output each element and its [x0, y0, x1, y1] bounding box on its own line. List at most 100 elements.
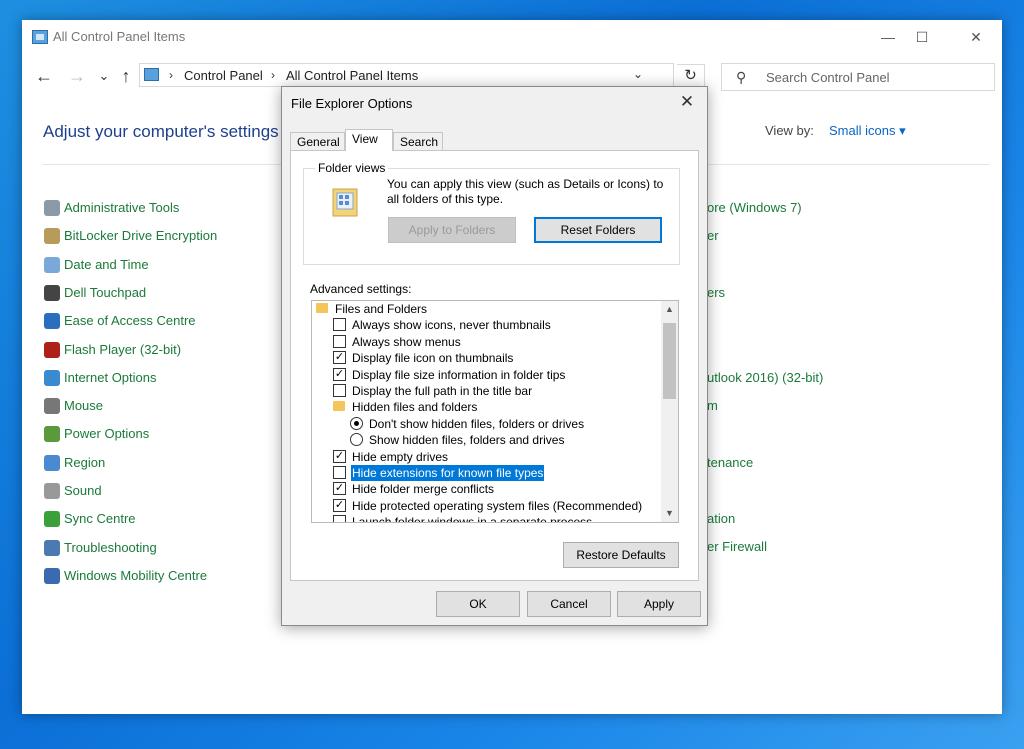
- mouse-icon: [44, 398, 60, 415]
- setting-label: Always show menus: [352, 334, 461, 349]
- breadcrumb-separator-icon: ›: [169, 68, 173, 82]
- sync-icon: [44, 511, 60, 528]
- control-panel-item-label: Power Options: [64, 426, 150, 442]
- clock-icon: [44, 256, 60, 273]
- control-panel-item-label: Sync Centre: [64, 511, 136, 527]
- radio-selected[interactable]: [350, 416, 363, 430]
- view-by-dropdown[interactable]: Small icons ▾: [829, 123, 906, 139]
- control-panel-item-label[interactable]: er Firewall: [707, 539, 767, 554]
- file-explorer-options-dialog: File Explorer Options ✕ General View Sea…: [281, 86, 708, 626]
- control-panel-item-label: Flash Player (32-bit): [64, 341, 182, 357]
- folder-views-icon: [332, 188, 358, 217]
- close-button[interactable]: ✕: [962, 26, 990, 48]
- refresh-button[interactable]: ↻: [677, 64, 705, 88]
- control-panel-item-label[interactable]: tenance: [707, 455, 753, 470]
- control-panel-item-label: Dell Touchpad: [64, 284, 147, 300]
- region-icon: [44, 454, 60, 471]
- control-panel-item-label: Region: [64, 454, 106, 470]
- control-panel-item-label: BitLocker Drive Encryption: [64, 228, 218, 244]
- tree-scrollbar[interactable]: ▲ ▼: [661, 301, 678, 522]
- checkbox-checked[interactable]: ✓: [333, 367, 346, 381]
- control-panel-item-label[interactable]: ers: [707, 285, 725, 300]
- setting-label: Don't show hidden files, folders or driv…: [369, 416, 585, 431]
- checkbox[interactable]: [333, 334, 346, 348]
- touchpad-icon: [44, 284, 60, 301]
- search-input[interactable]: ⚲ Search Control Panel: [721, 63, 995, 91]
- setting-label: Hide extensions for known file types: [351, 465, 545, 481]
- breadcrumb-all-items[interactable]: All Control Panel Items: [286, 68, 418, 83]
- flash-icon: [44, 341, 60, 358]
- address-dropdown-icon[interactable]: ⌄: [633, 67, 643, 81]
- back-button[interactable]: ←: [34, 66, 54, 87]
- address-bar[interactable]: › Control Panel › All Control Panel Item…: [139, 63, 674, 87]
- apply-button[interactable]: Apply: [617, 591, 701, 617]
- checkbox-checked[interactable]: ✓: [333, 498, 346, 512]
- scroll-up-icon[interactable]: ▲: [661, 301, 678, 318]
- tab-view[interactable]: View: [345, 129, 393, 151]
- checkbox[interactable]: [333, 318, 346, 332]
- control-panel-item-label[interactable]: m: [707, 398, 718, 413]
- forward-button[interactable]: →: [67, 66, 87, 87]
- dialog-close-button[interactable]: ✕: [675, 92, 699, 112]
- speaker-icon: [44, 483, 60, 499]
- folder-views-description: You can apply this view (such as Details…: [387, 177, 664, 206]
- setting-label: Files and Folders: [335, 302, 428, 316]
- control-panel-item-label: Internet Options: [64, 369, 157, 385]
- control-panel-item-label[interactable]: ation: [707, 511, 735, 526]
- control-panel-item-label: Windows Mobility Centre: [64, 567, 208, 583]
- troubleshoot-icon: [44, 539, 60, 556]
- recent-locations-button[interactable]: ⌄: [94, 68, 114, 84]
- checkbox[interactable]: [333, 466, 346, 479]
- cancel-button[interactable]: Cancel: [527, 591, 611, 617]
- up-button[interactable]: ↑: [116, 66, 136, 87]
- control-panel-item-label: Sound: [64, 483, 102, 498]
- globe-icon: [44, 369, 60, 386]
- breadcrumb-control-panel[interactable]: Control Panel: [184, 68, 263, 83]
- window-title: All Control Panel Items: [53, 29, 186, 44]
- ok-button[interactable]: OK: [436, 591, 520, 617]
- control-panel-item-label: Ease of Access Centre: [64, 313, 196, 329]
- control-panel-icon: [144, 68, 159, 81]
- control-panel-item-label[interactable]: er: [707, 228, 719, 243]
- breadcrumb-separator-icon: ›: [271, 68, 275, 82]
- setting-label: Display file size information in folder …: [352, 367, 566, 382]
- minimize-button[interactable]: —: [874, 26, 902, 48]
- apply-to-folders-button[interactable]: Apply to Folders: [388, 217, 516, 243]
- control-panel-item-label: Mouse: [64, 398, 104, 414]
- setting-label: Hide folder merge conflicts: [352, 482, 495, 497]
- title-bar: All Control Panel Items — ☐ ✕: [22, 20, 1002, 56]
- checkbox-checked[interactable]: ✓: [333, 351, 346, 365]
- advanced-settings-label: Advanced settings:: [310, 282, 412, 296]
- setting-label: Display the full path in the title bar: [352, 384, 533, 398]
- control-panel-item-label[interactable]: utlook 2016) (32-bit): [707, 370, 823, 385]
- restore-defaults-button[interactable]: Restore Defaults: [563, 542, 679, 568]
- mobility-icon: [44, 567, 60, 584]
- power-icon: [44, 426, 60, 443]
- setting-label: Launch folder windows in a separate proc…: [352, 515, 593, 523]
- checkbox[interactable]: [333, 384, 346, 397]
- control-panel-item-label: Administrative Tools: [64, 200, 180, 215]
- checkbox-checked[interactable]: ✓: [333, 482, 346, 496]
- checkbox[interactable]: [333, 515, 346, 522]
- reset-folders-button[interactable]: Reset Folders: [534, 217, 662, 243]
- radio[interactable]: [350, 433, 363, 447]
- tab-general[interactable]: General: [290, 132, 345, 150]
- control-panel-item-label[interactable]: ore (Windows 7): [707, 200, 802, 215]
- bitlocker-icon: [44, 228, 60, 245]
- folder-icon: [316, 303, 328, 313]
- control-panel-item-label: Troubleshooting: [64, 539, 157, 555]
- tab-search[interactable]: Search: [393, 132, 443, 150]
- view-by-label: View by:: [765, 123, 814, 138]
- advanced-settings-tree[interactable]: Files and Folders Always show icons, neve…: [311, 300, 679, 523]
- setting-label: Always show icons, never thumbnails: [352, 318, 551, 333]
- scroll-down-icon[interactable]: ▼: [661, 505, 678, 522]
- maximize-button[interactable]: ☐: [908, 26, 936, 48]
- search-icon: ⚲: [736, 69, 747, 85]
- control-panel-icon: [32, 30, 48, 44]
- checkbox-checked[interactable]: ✓: [333, 449, 346, 463]
- search-placeholder: Search Control Panel: [766, 70, 890, 85]
- setting-label: Show hidden files, folders and drives: [369, 433, 565, 448]
- scroll-thumb[interactable]: [663, 323, 676, 399]
- dialog-title: File Explorer Options: [291, 96, 413, 111]
- control-panel-item-label: Date and Time: [64, 256, 149, 272]
